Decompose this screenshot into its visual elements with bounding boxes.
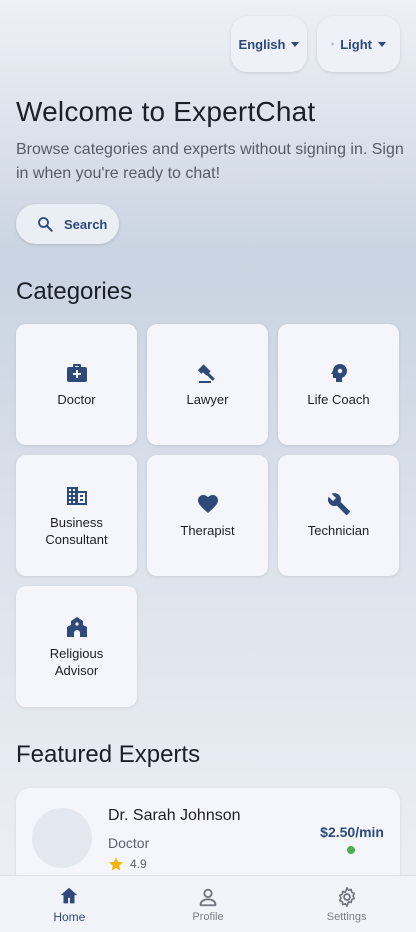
category-label: Lawyer <box>186 392 229 407</box>
nav-label: Home <box>53 909 86 924</box>
rating-value: 4.9 <box>130 857 147 871</box>
expert-rating: 4.9 <box>108 856 147 872</box>
search-icon <box>38 217 53 232</box>
expert-category: Doctor <box>108 835 150 851</box>
expert-price: $2.50/min <box>320 824 384 840</box>
categories-grid: Doctor Lawyer Life Coach Business Consul… <box>16 324 400 707</box>
category-label: Doctor <box>57 392 96 407</box>
featured-experts-title: Featured Experts <box>16 741 201 768</box>
place-of-worship-icon <box>66 616 87 637</box>
category-card-life-coach[interactable]: Life Coach <box>278 324 399 445</box>
top-actions: English Light <box>231 16 400 72</box>
nav-label: Profile <box>192 910 224 923</box>
nav-label: Settings <box>326 910 367 923</box>
theme-label: Light <box>340 36 372 52</box>
category-label: Technician <box>307 523 370 538</box>
sun-icon <box>331 42 335 46</box>
search-label: Search <box>64 216 108 232</box>
psychology-icon <box>330 364 347 382</box>
language-dropdown-button[interactable]: English <box>231 16 307 72</box>
expert-name: Dr. Sarah Johnson <box>108 807 241 824</box>
bottom-navigation: Home Profile Settings <box>0 875 416 932</box>
category-card-religious-advisor[interactable]: Religious Advisor <box>16 586 137 707</box>
category-label: Life Coach <box>307 392 370 407</box>
category-card-business-consultant[interactable]: Business Consultant <box>16 455 137 576</box>
category-card-lawyer[interactable]: Lawyer <box>147 324 268 445</box>
welcome-section: Welcome to ExpertChat Browse categories … <box>16 96 406 186</box>
welcome-subtitle: Browse categories and experts without si… <box>16 141 404 182</box>
avatar <box>32 808 92 868</box>
nav-item-home[interactable]: Home <box>9 885 129 924</box>
expert-card[interactable]: Dr. Sarah Johnson Doctor 4.9 $2.50/min <box>16 788 400 888</box>
nav-item-settings[interactable]: Settings <box>287 886 407 923</box>
search-button[interactable]: Search <box>16 204 119 244</box>
category-label: Therapist <box>180 523 235 538</box>
medical-bag-icon <box>66 364 87 382</box>
person-icon <box>199 888 217 906</box>
chevron-down-icon <box>378 41 386 47</box>
chevron-down-icon <box>291 41 300 47</box>
nav-item-profile[interactable]: Profile <box>148 886 268 923</box>
categories-title: Categories <box>16 278 133 305</box>
gavel-icon <box>197 364 215 383</box>
page-title: Welcome to ExpertChat <box>16 96 316 127</box>
language-label: English <box>238 36 286 52</box>
online-status-dot <box>347 846 355 854</box>
category-card-therapist[interactable]: Therapist <box>147 455 268 576</box>
category-card-technician[interactable]: Technician <box>278 455 399 576</box>
category-label: Business Consultant <box>45 514 108 547</box>
wrench-icon <box>327 493 350 515</box>
gear-icon <box>338 886 355 907</box>
category-label: Religious Advisor <box>49 645 104 678</box>
business-icon <box>66 486 87 505</box>
category-card-doctor[interactable]: Doctor <box>16 324 137 445</box>
theme-dropdown-button[interactable]: Light <box>317 16 400 72</box>
home-icon <box>61 887 78 903</box>
heart-icon <box>197 495 218 513</box>
star-icon <box>109 857 123 871</box>
